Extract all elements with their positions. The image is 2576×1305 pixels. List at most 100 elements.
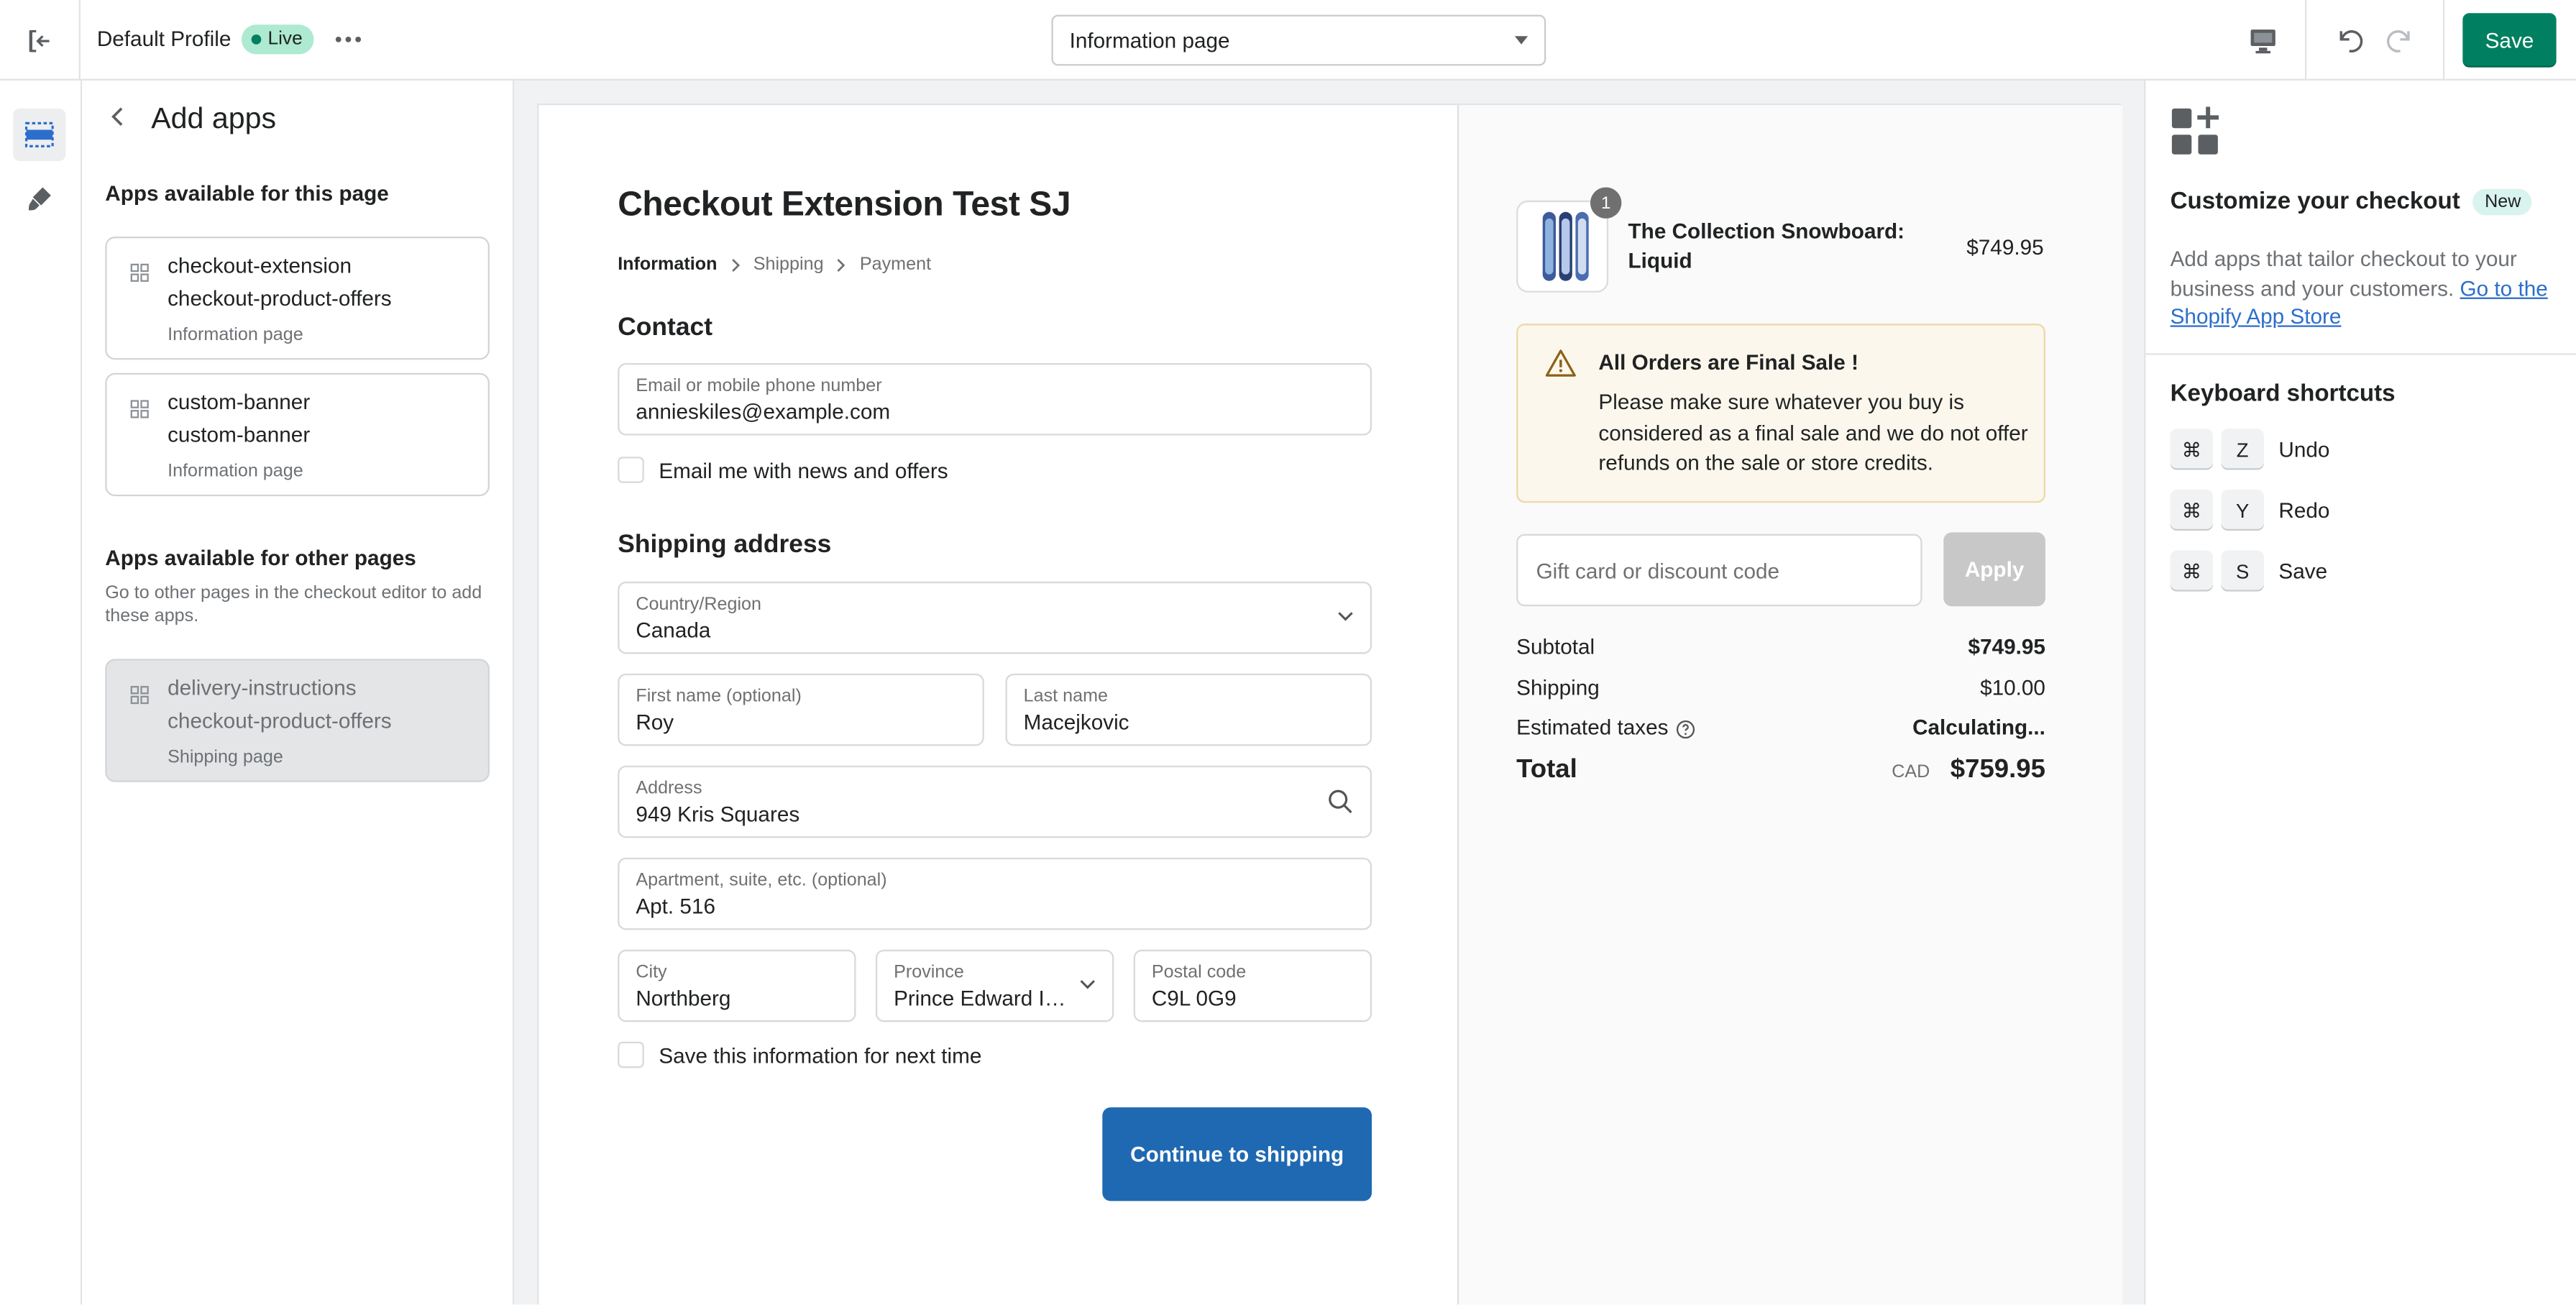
discount-code-input[interactable]: Gift card or discount code [1516,534,1922,607]
email-value: annieskiles@example.com [636,399,891,424]
address-field[interactable]: Address 949 Kris Squares [618,765,1372,838]
warning-icon [1545,349,1576,377]
email-label: Email or mobile phone number [636,376,882,396]
banner-title: All Orders are Final Sale ! [1598,349,1858,375]
command-key: ⌘ [2170,550,2214,592]
preview-button[interactable] [2221,0,2307,81]
total-amount: CAD $759.95 [1892,756,2045,785]
product-thumbnail: 1 [1516,187,1622,293]
shortcut-label: Redo [2278,498,2330,523]
shipping-row: Shipping $10.00 [1516,675,2045,700]
first-name-field[interactable]: First name (optional) Roy [618,673,984,746]
subtotal-row: Subtotal $749.95 [1516,634,2045,659]
shortcut-undo: ⌘ Z Undo [2170,429,2329,470]
city-field[interactable]: City Northberg [618,949,856,1022]
checkout-preview-canvas: Checkout Extension Test SJ Information S… [514,80,2145,1305]
profile-name: Default Profile [96,26,232,51]
save-button[interactable]: Save [2462,13,2557,68]
app-name: checkout-product-offers [168,708,392,733]
section-description-other-pages: Go to other pages in the checkout editor… [105,583,482,626]
chevron-down-icon [1080,980,1095,989]
product-price: $749.95 [1966,234,2044,260]
panel-title: Add apps [151,101,277,135]
help-circle-icon[interactable] [1675,719,1695,738]
topbar-actions: Save [2221,0,2576,81]
email-field[interactable]: Email or mobile phone number annieskiles… [618,363,1372,436]
breadcrumb-shipping[interactable]: Shipping [753,255,824,274]
exit-icon [29,29,50,52]
province-select[interactable]: Province Prince Edward Isl... [875,949,1114,1022]
subtotal-label: Subtotal [1516,634,1595,659]
newsletter-checkbox-row[interactable]: Email me with news and offers [618,457,948,483]
apartment-field[interactable]: Apartment, suite, etc. (optional) Apt. 5… [618,857,1372,930]
undo-icon [2339,29,2363,52]
total-label: Total [1516,756,1577,784]
taxes-value: Calculating... [1912,715,2045,740]
new-badge: New [2473,188,2533,216]
command-key: ⌘ [2170,429,2214,470]
postal-code-field[interactable]: Postal code C9L 0G9 [1133,949,1372,1022]
newsletter-checkbox[interactable] [618,457,644,483]
breadcrumb-payment[interactable]: Payment [860,255,931,274]
customize-description: Add apps that tailor checkout to your bu… [2171,244,2562,331]
continue-to-shipping-button[interactable]: Continue to shipping [1102,1107,1372,1201]
product-name: The Collection Snowboard: Liquid [1628,218,1905,273]
live-status-badge: Live [241,24,314,55]
app-card-checkout-extension[interactable]: checkout-extension checkout-product-offe… [105,237,490,360]
shipping-label: Shipping [1516,675,1600,700]
app-extension-name: custom-banner [168,389,311,414]
sections-nav-button[interactable] [13,108,66,161]
store-title: Checkout Extension Test SJ [618,186,1071,224]
command-key: ⌘ [2170,489,2214,531]
city-value: Northberg [636,986,731,1011]
customize-title-text: Customize your checkout [2170,188,2460,216]
province-value: Prince Edward Isl... [894,986,1075,1011]
app-card-custom-banner[interactable]: custom-banner custom-banner Information … [105,372,490,497]
order-summary: 1 The Collection Snowboard: Liquid $749.… [1457,105,2123,1305]
chevron-right-icon [731,257,739,271]
live-dot-icon [251,34,262,45]
shortcut-key: Z [2221,429,2264,470]
apply-discount-button[interactable]: Apply [1943,532,2045,607]
back-button[interactable] [105,104,132,130]
undo-button[interactable] [2323,0,2375,81]
apartment-label: Apartment, suite, etc. (optional) [636,871,887,891]
contact-heading: Contact [618,313,713,342]
page-selector[interactable]: Information page [1051,14,1546,66]
apps-add-icon [2171,106,2219,155]
app-page: Shipping page [168,747,283,768]
more-actions-button[interactable] [329,19,368,59]
customize-title: Customize your checkout New [2170,188,2533,216]
total-value: $759.95 [1950,756,2045,784]
first-name-value: Roy [636,710,674,735]
redo-button[interactable] [2375,0,2445,81]
total-row: Total CAD $759.95 [1516,756,2045,785]
exit-editor-button[interactable] [0,0,81,81]
province-label: Province [894,963,964,983]
country-label: Country/Region [636,595,762,615]
theme-settings-nav-button[interactable] [13,173,65,225]
shortcut-key: Y [2221,489,2264,531]
app-card-delivery-instructions: delivery-instructions checkout-product-o… [105,659,490,782]
final-sale-banner: All Orders are Final Sale ! Please make … [1516,324,2045,503]
taxes-label: Estimated taxes [1516,715,1669,740]
shortcut-redo: ⌘ Y Redo [2170,489,2330,531]
last-name-field[interactable]: Last name Macejkovic [1005,673,1372,746]
snowboard-image [1542,211,1589,281]
save-info-checkbox[interactable] [618,1041,644,1068]
country-select[interactable]: Country/Region Canada [618,581,1372,654]
app-extension-name: checkout-extension [168,252,352,278]
banner-body: Please make sure whatever you buy is con… [1598,389,2028,475]
total-currency: CAD [1892,762,1930,782]
app-name: checkout-product-offers [168,285,392,311]
shortcut-label: Save [2278,558,2328,584]
section-heading-this-page: Apps available for this page [105,180,389,206]
save-info-checkbox-row[interactable]: Save this information for next time [618,1041,981,1068]
breadcrumb-information[interactable]: Information [618,255,717,274]
checkout-page: Checkout Extension Test SJ Information S… [537,103,2123,1305]
taxes-label-wrap: Estimated taxes [1516,715,1695,739]
keyboard-shortcuts-title: Keyboard shortcuts [2170,381,2396,408]
subtotal-value: $749.95 [1968,634,2045,659]
address-value: 949 Kris Squares [636,802,800,827]
page-selector-value: Information page [1069,27,1230,53]
